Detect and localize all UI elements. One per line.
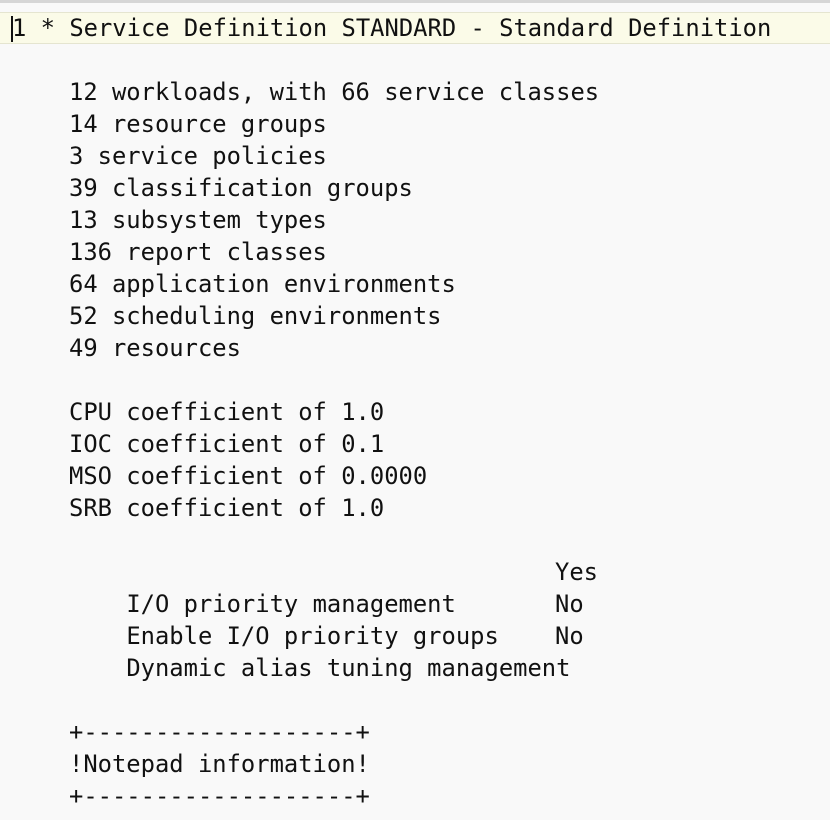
line-number: 1 — [12, 14, 27, 42]
mso-coefficient: MSO coefficient of 0.0000 — [69, 462, 428, 490]
count-service-policies: 3 service policies — [69, 142, 327, 170]
setting-enable-io-priority-groups: Enable I/O priority groups No — [69, 588, 769, 650]
service-definition-title: Service Definition STANDARD - Standard D… — [69, 14, 772, 42]
count-application-environments: 64 application environments — [69, 270, 456, 298]
count-classification-groups: 39 classification groups — [69, 174, 413, 202]
srb-coefficient: SRB coefficient of 1.0 — [69, 494, 385, 522]
current-line-highlight[interactable]: 1 * Service Definition STANDARD - Standa… — [0, 12, 830, 44]
setting-dynamic-alias-tuning: Dynamic alias tuning management No — [69, 620, 769, 682]
count-subsystem-types: 13 subsystem types — [69, 206, 327, 234]
notepad-border-bottom: +-------------------+ — [69, 782, 370, 810]
count-scheduling-environments: 52 scheduling environments — [69, 302, 442, 330]
setting-value: No — [555, 622, 584, 650]
count-resource-groups: 14 resource groups — [69, 110, 327, 138]
ioc-coefficient: IOC coefficient of 0.1 — [69, 430, 385, 458]
text-editor[interactable]: 1 * Service Definition STANDARD - Standa… — [0, 0, 830, 820]
cpu-coefficient: CPU coefficient of 1.0 — [69, 398, 385, 426]
notepad-title: !Notepad information! — [69, 750, 370, 778]
count-report-classes: 136 report classes — [69, 238, 327, 266]
setting-label: Dynamic alias tuning management — [126, 654, 571, 682]
notepad-border-top: +-------------------+ — [69, 718, 370, 746]
count-workloads: 12 workloads, with 66 service classes — [69, 78, 600, 106]
header-marker: * — [40, 14, 55, 42]
setting-value: Yes — [555, 558, 598, 586]
header-line: 1 * Service Definition STANDARD - Standa… — [12, 13, 771, 43]
setting-io-priority-management: I/O priority management Yes — [69, 556, 769, 618]
count-resources: 49 resources — [69, 334, 241, 362]
setting-value: No — [555, 590, 584, 618]
